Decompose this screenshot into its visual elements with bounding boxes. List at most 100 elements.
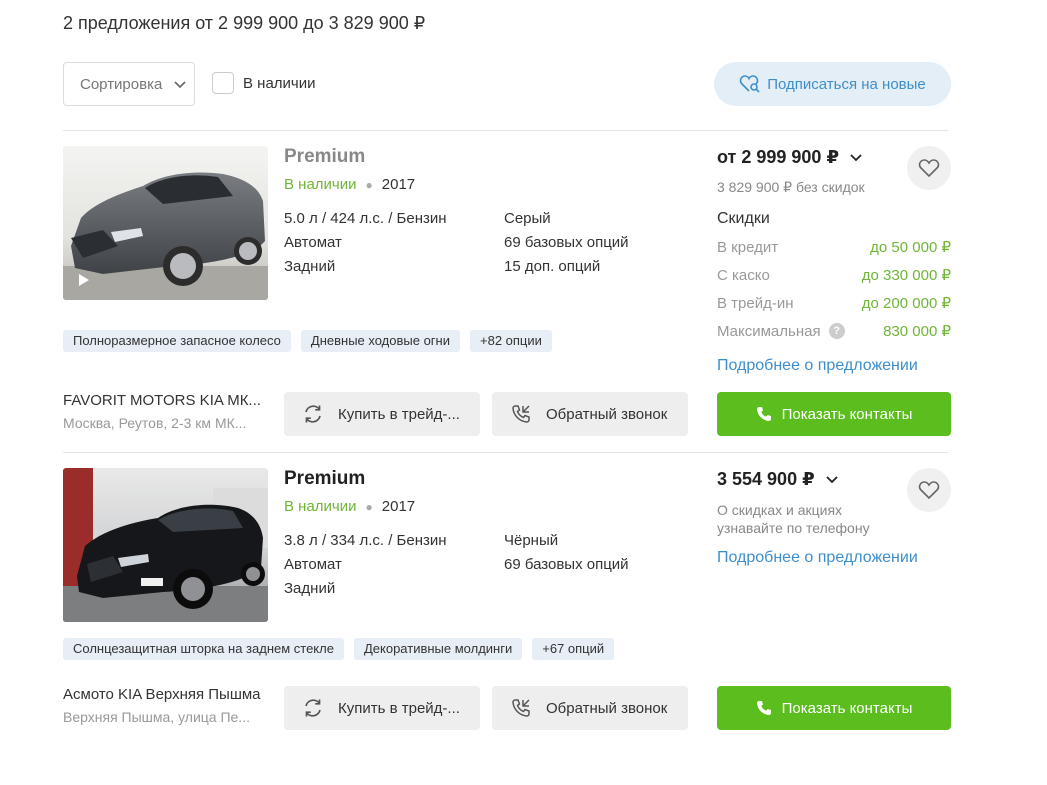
price-dropdown[interactable]: 3 554 900 ₽ <box>717 469 839 490</box>
tradein-label: Купить в трейд-... <box>338 699 460 717</box>
chevron-down-icon <box>825 475 838 483</box>
discount-label: В трейд-ин <box>717 294 794 312</box>
option-tag: Дневные ходовые огни <box>300 330 460 352</box>
option-tag: Декоративные молдинги <box>353 638 523 660</box>
heart-icon <box>918 159 940 178</box>
transmission-spec: Автомат <box>284 556 342 573</box>
availability-status: В наличии <box>284 176 357 193</box>
options-tags: Солнцезащитная шторка на заднем стекле Д… <box>63 638 615 660</box>
engine-spec: 3.8 л / 334 л.с. / Бензин <box>284 532 447 549</box>
option-tag: Солнцезащитная шторка на заднем стекле <box>63 638 344 660</box>
option-tag: Полноразмерное запасное колесо <box>63 330 291 352</box>
offer-details-link[interactable]: Подробнее о предложении <box>717 549 918 567</box>
sort-dropdown[interactable]: Сортировка <box>63 62 195 106</box>
help-icon[interactable]: ? <box>828 323 845 339</box>
transmission-spec: Автомат <box>284 234 342 251</box>
tradein-button[interactable]: Купить в трейд-... <box>284 686 480 730</box>
phone-icon <box>756 407 771 421</box>
dealer-name[interactable]: Асмото KIA Верхняя Пышма <box>63 686 268 703</box>
favorite-button[interactable] <box>907 468 951 512</box>
in-stock-filter[interactable]: В наличии <box>212 72 316 94</box>
car-photo[interactable] <box>63 146 268 300</box>
video-play-icon <box>79 274 89 286</box>
base-options-spec: 69 базовых опций <box>504 234 629 251</box>
color-spec: Чёрный <box>504 532 559 549</box>
tradein-label: Купить в трейд-... <box>338 405 460 423</box>
refresh-icon <box>305 405 321 423</box>
separator-dot: ● <box>365 499 373 514</box>
car-year: 2017 <box>381 498 416 515</box>
show-contacts-button[interactable]: Показать контакты <box>717 392 951 436</box>
discount-row: С каско до 330 000 ₽ <box>717 266 951 285</box>
separator-dot: ● <box>365 177 373 192</box>
discounts-title: Скидки <box>717 210 770 227</box>
discount-row: Максимальная ? 830 000 ₽ <box>717 322 951 341</box>
offer-details-link[interactable]: Подробнее о предложении <box>717 357 918 375</box>
drive-spec: Задний <box>284 258 336 275</box>
discount-value: 830 000 ₽ <box>883 323 951 340</box>
offer-title[interactable]: Premium <box>284 146 365 168</box>
chevron-down-icon <box>172 76 188 92</box>
chevron-down-icon <box>850 153 862 161</box>
offer-title[interactable]: Premium <box>284 468 365 490</box>
refresh-icon <box>305 699 321 717</box>
dealer-address: Верхняя Пышма, улица Пе... <box>63 709 250 725</box>
specs-right: Серый 69 базовых опций 15 доп. опций <box>504 207 629 279</box>
divider <box>63 452 948 453</box>
callback-label: Обратный звонок <box>546 699 668 717</box>
discount-info-line: узнавайте по телефону <box>717 520 870 536</box>
page-title: 2 предложения от 2 999 900 до 3 829 900 … <box>63 13 426 33</box>
discount-label: С каско <box>717 266 770 284</box>
base-options-spec: 69 базовых опций <box>504 556 629 573</box>
subscribe-label: Подписаться на новые <box>767 75 926 93</box>
callback-button[interactable]: Обратный звонок <box>492 392 688 436</box>
color-spec: Серый <box>504 210 551 227</box>
discount-info-line: О скидках и акциях <box>717 502 843 518</box>
favorite-button[interactable] <box>907 146 951 190</box>
discount-label: В кредит <box>717 238 779 256</box>
car-photo[interactable] <box>63 468 268 622</box>
drive-spec: Задний <box>284 580 336 597</box>
phone-icon <box>756 701 771 715</box>
availability-status: В наличии <box>284 498 357 515</box>
discount-row: В трейд-ин до 200 000 ₽ <box>717 294 951 313</box>
in-stock-checkbox[interactable] <box>212 72 234 94</box>
price-value: 3 554 900 ₽ <box>717 469 815 489</box>
callback-button[interactable]: Обратный звонок <box>492 686 688 730</box>
discount-info: О скидках и акциях узнавайте по телефону <box>717 501 897 537</box>
heart-search-icon <box>739 75 760 93</box>
car-year: 2017 <box>381 176 416 193</box>
show-contacts-label: Показать контакты <box>781 699 913 717</box>
more-options-tag[interactable]: +67 опций <box>532 638 615 660</box>
phone-callback-icon <box>512 405 530 423</box>
callback-label: Обратный звонок <box>546 405 668 423</box>
subscribe-button[interactable]: Подписаться на новые <box>714 62 951 106</box>
discount-value: до 200 000 ₽ <box>861 295 951 312</box>
heart-icon <box>918 481 940 500</box>
discount-value: до 50 000 ₽ <box>870 239 951 256</box>
price-without-discount: 3 829 900 ₽ без скидок <box>717 179 865 195</box>
in-stock-label: В наличии <box>243 74 316 92</box>
sort-label: Сортировка <box>80 75 163 93</box>
show-contacts-button[interactable]: Показать контакты <box>717 686 951 730</box>
price-dropdown[interactable]: от 2 999 900 ₽ <box>717 147 863 168</box>
options-tags: Полноразмерное запасное колесо Дневные х… <box>63 330 552 352</box>
more-options-tag[interactable]: +82 опции <box>470 330 552 352</box>
price-value: от 2 999 900 ₽ <box>717 147 839 167</box>
discount-label: Максимальная <box>717 322 821 340</box>
availability-row: В наличии ● 2017 <box>284 176 415 193</box>
show-contacts-label: Показать контакты <box>781 405 913 423</box>
dealer-address: Москва, Реутов, 2-3 км МК... <box>63 415 247 431</box>
specs-left: 3.8 л / 334 л.с. / Бензин Автомат Задний <box>284 529 447 601</box>
availability-row: В наличии ● 2017 <box>284 498 415 515</box>
discount-row: В кредит до 50 000 ₽ <box>717 238 951 257</box>
tradein-button[interactable]: Купить в трейд-... <box>284 392 480 436</box>
divider <box>63 130 948 131</box>
dealer-name[interactable]: FAVORIT MOTORS KIA МК... <box>63 392 268 409</box>
discount-value: до 330 000 ₽ <box>861 267 951 284</box>
phone-callback-icon <box>512 699 530 717</box>
extra-options-spec: 15 доп. опций <box>504 258 601 275</box>
specs-left: 5.0 л / 424 л.с. / Бензин Автомат Задний <box>284 207 447 279</box>
discount-label-max: Максимальная ? <box>717 322 845 340</box>
specs-right: Чёрный 69 базовых опций <box>504 529 629 577</box>
